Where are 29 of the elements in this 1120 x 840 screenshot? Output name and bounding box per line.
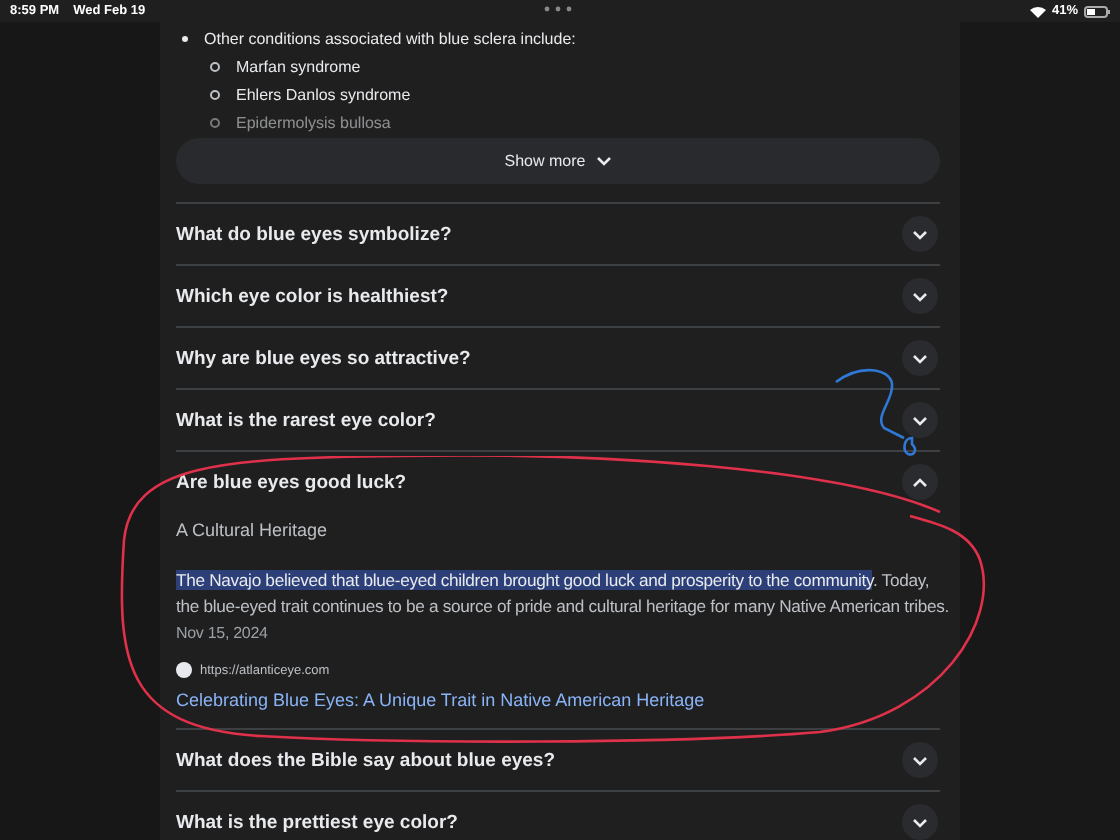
question-row[interactable]: Are blue eyes good luck?: [176, 452, 940, 512]
expand-icon[interactable]: [902, 216, 938, 252]
question-row[interactable]: What does the Bible say about blue eyes?: [176, 730, 940, 790]
scribble-annotation: [834, 364, 922, 458]
multitasking-icon[interactable]: [544, 6, 572, 12]
question-row[interactable]: What do blue eyes symbolize?: [176, 204, 940, 264]
expand-icon[interactable]: [902, 340, 938, 376]
expand-icon[interactable]: [902, 278, 938, 314]
show-more-button[interactable]: Show more: [176, 138, 940, 184]
list-item: Ehlers Danlos syndrome: [236, 85, 411, 103]
result-link[interactable]: Celebrating Blue Eyes: A Unique Trait in Native American Heritage: [176, 690, 705, 710]
expand-icon[interactable]: [902, 742, 938, 778]
expand-icon[interactable]: [902, 804, 938, 840]
expand-icon: [595, 156, 612, 166]
list-item: Marfan syndrome: [236, 57, 361, 75]
list-item: Epidermolysis bullosa: [236, 113, 391, 131]
collapse-icon[interactable]: [902, 464, 938, 500]
site-icon: [176, 662, 192, 678]
list-item: Other conditions associated with blue sclera include:: [204, 29, 576, 47]
battery-icon: [1084, 5, 1110, 17]
question-row[interactable]: Why are blue eyes so attractive?: [176, 328, 940, 388]
answer-heading: A Cultural Heritage: [176, 520, 330, 540]
bullet-icon: [182, 35, 188, 41]
wifi-icon: [1029, 5, 1046, 17]
expand-icon[interactable]: [902, 402, 938, 438]
question-row[interactable]: What is the prettiest eye color?: [176, 792, 940, 840]
question-row[interactable]: Which eye color is healthiest?: [176, 266, 940, 326]
question-row[interactable]: What is the rarest eye color?: [176, 390, 940, 450]
answer-paragraph: The Navajo believed that blue-eyed children brought good luck and prosperity to the community. Today, the blue-eyed trait continues to be a source of pride and cultural heritage for many Native American tribes. Nov 15, 2024: [176, 568, 951, 646]
